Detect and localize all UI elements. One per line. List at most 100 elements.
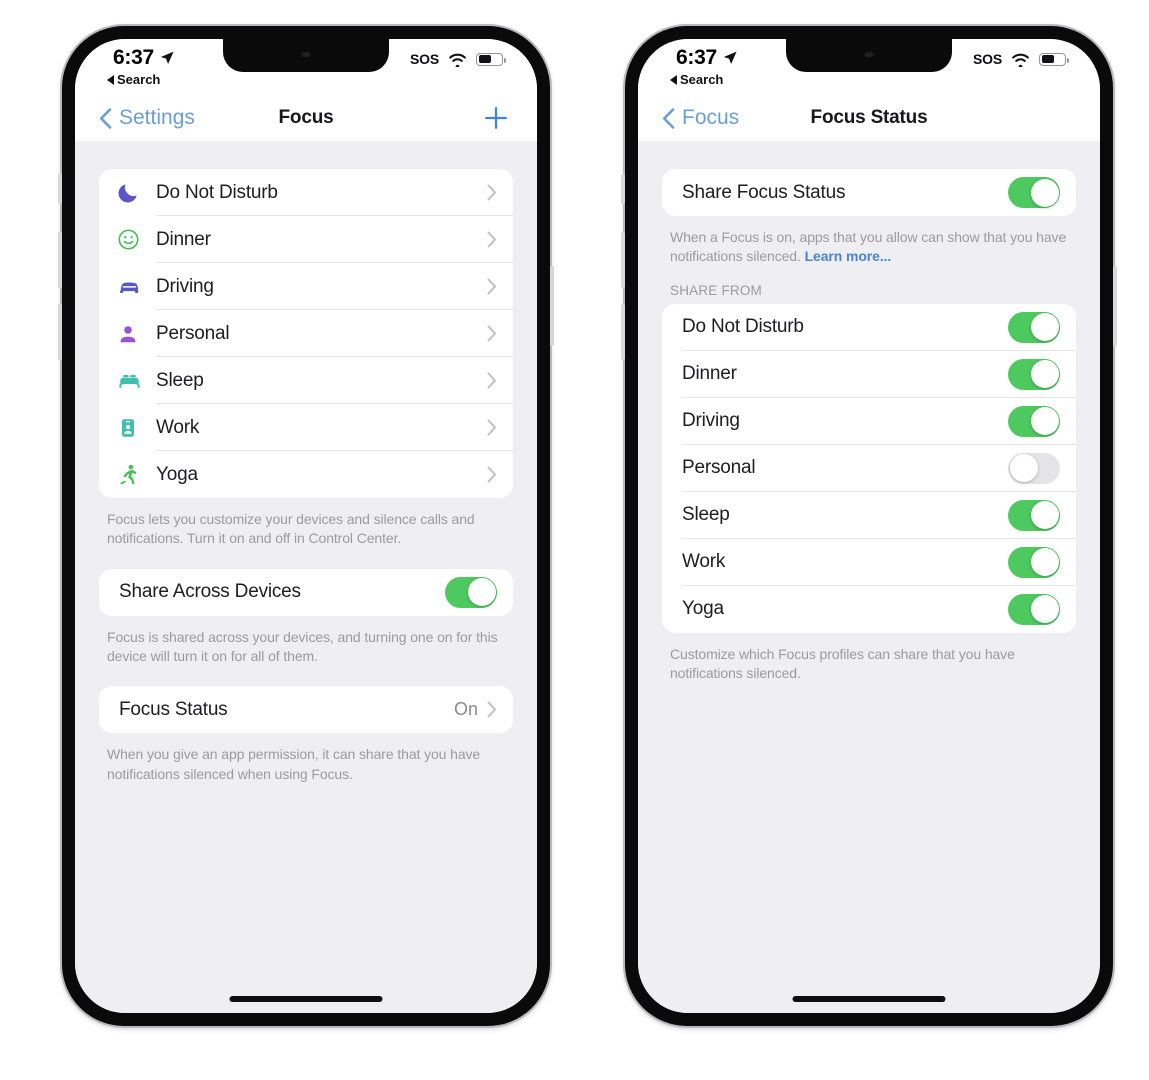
focus-row-label: Personal — [156, 322, 230, 344]
location-arrow-icon — [160, 51, 174, 64]
share-from-toggle[interactable] — [1008, 593, 1060, 625]
phone-device-right: 6:37 Search SOS Focus Focus Status Share… — [621, 26, 1117, 1026]
share-from-row-personal[interactable]: Personal — [662, 445, 1076, 492]
status-bar-time: 6:37 — [113, 46, 154, 69]
status-bar-time-group: 6:37 — [676, 46, 738, 70]
triangle-left-icon — [670, 74, 677, 85]
battery-icon — [1039, 52, 1069, 66]
volume-up-button[interactable] — [58, 232, 62, 288]
toggle-knob — [1030, 595, 1059, 624]
share-focus-status-label: Share Focus Status — [682, 181, 846, 203]
silence-switch[interactable] — [58, 174, 62, 204]
share-from-label: Personal — [682, 457, 756, 479]
focus-row-label: Sleep — [156, 369, 204, 391]
share-from-row-do-not-disturb[interactable]: Do Not Disturb — [662, 304, 1076, 351]
focus-list-card: Do Not Disturb Dinner Driving Personal S… — [99, 169, 513, 498]
share-from-toggle[interactable] — [1008, 546, 1060, 578]
status-bar-back-to-search[interactable]: Search — [670, 72, 723, 87]
moon-icon — [117, 181, 156, 204]
chevron-right-icon — [487, 701, 496, 718]
screenshot-stage: 6:37 Search SOS Settings Focus Do Not Di… — [0, 0, 1149, 1080]
share-from-toggle[interactable] — [1008, 499, 1060, 531]
share-focus-status-row[interactable]: Share Focus Status — [662, 169, 1076, 216]
chevron-right-icon — [487, 466, 496, 483]
back-button-label: Settings — [119, 106, 195, 129]
status-bar-time: 6:37 — [676, 46, 717, 69]
focus-status-card: Focus Status On — [99, 686, 513, 734]
status-bar-indicators: SOS — [410, 51, 506, 67]
notch — [223, 39, 389, 72]
share-focus-status-card: Share Focus Status — [662, 169, 1076, 216]
share-across-devices-row[interactable]: Share Across Devices — [99, 569, 513, 616]
focus-row-label: Dinner — [156, 228, 211, 250]
focus-status-row[interactable]: Focus Status On — [99, 686, 513, 733]
share-across-devices-footer: Focus is shared across your devices, and… — [107, 628, 498, 664]
focus-row-label: Driving — [156, 275, 214, 297]
status-bar-back-to-search[interactable]: Search — [107, 72, 160, 87]
plus-icon — [485, 107, 507, 129]
focus-row-yoga[interactable]: Yoga — [99, 451, 513, 498]
focus-status-value: On — [453, 699, 478, 720]
share-from-toggle[interactable] — [1008, 405, 1060, 437]
back-button-settings[interactable]: Settings — [99, 106, 195, 130]
toggle-knob — [1030, 548, 1059, 577]
volume-up-button[interactable] — [621, 232, 625, 288]
share-from-row-sleep[interactable]: Sleep — [662, 492, 1076, 539]
volume-down-button[interactable] — [621, 304, 625, 360]
focus-row-label: Do Not Disturb — [156, 181, 278, 203]
share-from-row-dinner[interactable]: Dinner — [662, 351, 1076, 398]
chevron-right-icon — [487, 325, 496, 342]
share-across-devices-label: Share Across Devices — [119, 581, 301, 603]
share-from-toggle[interactable] — [1008, 311, 1060, 343]
focus-status-footer: When you give an app permission, it can … — [107, 746, 481, 782]
chevron-left-icon — [99, 107, 112, 129]
share-across-devices-card: Share Across Devices — [99, 568, 513, 616]
silence-switch[interactable] — [621, 174, 625, 204]
add-focus-button[interactable] — [483, 105, 509, 131]
focus-row-do-not-disturb[interactable]: Do Not Disturb — [99, 169, 513, 216]
share-focus-status-toggle[interactable] — [1008, 177, 1060, 208]
share-from-label: Driving — [682, 410, 740, 432]
phone-screen-right: 6:37 Search SOS Focus Focus Status Share… — [638, 39, 1100, 1013]
power-button[interactable] — [550, 266, 554, 346]
share-from-row-yoga[interactable]: Yoga — [662, 586, 1076, 633]
battery-fill — [1041, 55, 1054, 63]
share-from-toggle[interactable] — [1008, 358, 1060, 390]
bed-icon — [117, 368, 156, 393]
share-from-row-work[interactable]: Work — [662, 539, 1076, 586]
focus-row-dinner[interactable]: Dinner — [99, 216, 513, 263]
earpiece-speaker-icon — [864, 52, 874, 57]
toggle-knob — [1030, 407, 1059, 436]
person-icon — [117, 323, 156, 345]
share-from-label: Yoga — [682, 598, 724, 620]
status-bar-indicators: SOS — [973, 51, 1069, 67]
share-across-devices-toggle[interactable] — [445, 576, 497, 608]
battery-icon — [476, 52, 506, 66]
home-indicator[interactable] — [229, 996, 383, 1002]
chevron-right-icon — [487, 184, 496, 201]
navigation-bar: Focus Focus Status — [638, 95, 1100, 141]
chevron-right-icon — [487, 231, 496, 248]
running-person-icon — [117, 463, 156, 486]
toggle-knob — [467, 578, 496, 607]
power-button[interactable] — [1113, 266, 1117, 346]
home-indicator[interactable] — [792, 996, 946, 1002]
share-from-card: Do Not Disturb Dinner Driving Personal S… — [662, 303, 1076, 633]
focus-row-driving[interactable]: Driving — [99, 263, 513, 310]
share-from-toggle[interactable] — [1008, 452, 1060, 484]
status-bar-time-group: 6:37 — [113, 46, 175, 70]
focus-row-personal[interactable]: Personal — [99, 310, 513, 357]
share-from-footer: Customize which Focus profiles can share… — [670, 645, 1015, 681]
volume-down-button[interactable] — [58, 304, 62, 360]
focus-row-sleep[interactable]: Sleep — [99, 357, 513, 404]
focus-row-work[interactable]: Work — [99, 404, 513, 451]
sos-label: SOS — [973, 51, 1002, 67]
back-button-focus[interactable]: Focus — [662, 106, 739, 130]
learn-more-link[interactable]: Learn more... — [805, 248, 892, 264]
share-from-row-driving[interactable]: Driving — [662, 398, 1076, 445]
share-focus-status-footer: When a Focus is on, apps that you allow … — [670, 228, 1068, 267]
share-from-label: Dinner — [682, 363, 737, 385]
chevron-left-icon — [662, 107, 675, 129]
